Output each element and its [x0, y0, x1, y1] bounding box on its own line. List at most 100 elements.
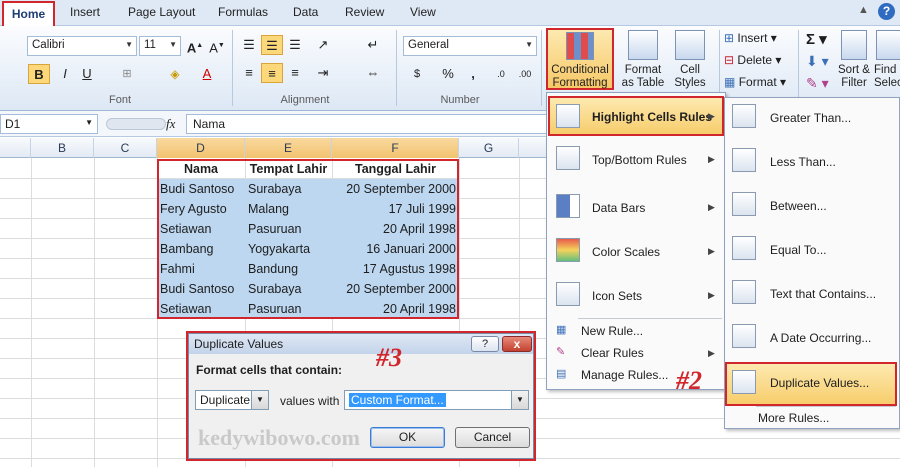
- cf-item-top-bottom-rules[interactable]: Top/Bottom Rules: [592, 153, 687, 167]
- tab-home[interactable]: Home: [2, 1, 55, 28]
- submenu-arrow-icon: ▶: [708, 154, 715, 164]
- cf-item-label: Highlight Cells Rules: [592, 110, 713, 124]
- align-left-icon[interactable]: ≡: [238, 63, 260, 83]
- submenu-arrow-icon: ▶: [708, 290, 715, 300]
- between-icon: [732, 192, 756, 216]
- insert-cells-icon: ⊞: [724, 31, 735, 45]
- cell-styles-icon: [675, 30, 705, 60]
- hc-item-between[interactable]: Between...: [770, 199, 827, 213]
- autosum-icon[interactable]: Σ ▾: [806, 30, 827, 48]
- accounting-format-icon[interactable]: $: [406, 64, 428, 84]
- menu-separator: [578, 318, 722, 319]
- align-right-icon[interactable]: ≡: [284, 63, 306, 83]
- cf-item-data-bars[interactable]: Data Bars: [592, 201, 645, 215]
- fill-color-icon[interactable]: ◈: [164, 64, 186, 84]
- tab-formulas[interactable]: Formulas: [218, 5, 268, 19]
- tab-insert[interactable]: Insert: [70, 5, 100, 19]
- cf-item-clear-rules[interactable]: Clear Rules: [581, 346, 644, 360]
- select-all-corner[interactable]: [0, 138, 31, 158]
- format-cells-button[interactable]: ▦ Format ▾: [724, 75, 786, 89]
- data-range-highlight-box: [157, 159, 459, 319]
- grid-line: [31, 158, 32, 467]
- find-select-icon: [876, 30, 900, 60]
- less-than-icon: [732, 148, 756, 172]
- tab-page-layout[interactable]: Page Layout: [128, 5, 195, 19]
- clear-rules-icon: ✎: [556, 346, 566, 358]
- font-group-label: Font: [108, 94, 131, 106]
- align-bottom-icon[interactable]: ☰: [284, 35, 306, 55]
- column-header-e[interactable]: E: [245, 138, 332, 158]
- tab-view[interactable]: View: [410, 5, 436, 19]
- hc-item-date-occurring[interactable]: A Date Occurring...: [770, 331, 871, 345]
- column-header-g[interactable]: G: [459, 138, 519, 158]
- dialog-highlight-box: [186, 331, 536, 461]
- column-header-d[interactable]: D: [157, 138, 245, 158]
- name-box[interactable]: D1 ▼: [0, 114, 98, 134]
- top-bottom-icon: [556, 146, 580, 170]
- hc-item-greater-than[interactable]: Greater Than...: [770, 111, 851, 125]
- tab-review[interactable]: Review: [345, 5, 384, 19]
- hc-item-text-contains[interactable]: Text that Contains...: [770, 287, 876, 301]
- comma-style-icon[interactable]: ,: [462, 64, 484, 84]
- conditional-formatting-icon: [566, 32, 594, 60]
- indent-icon[interactable]: ⇥: [312, 63, 334, 83]
- delete-cells-button[interactable]: ⊟ Delete ▾: [724, 53, 781, 67]
- ribbon-separator: [541, 30, 542, 106]
- column-header-f[interactable]: F: [332, 138, 459, 158]
- annotation-2: #2: [676, 366, 702, 395]
- italic-button[interactable]: I: [54, 64, 76, 84]
- hc-item-equal-to[interactable]: Equal To...: [770, 243, 826, 257]
- merge-center-icon[interactable]: ⇔: [362, 63, 384, 83]
- formula-input[interactable]: Nama: [186, 114, 566, 134]
- find-select-button[interactable]: Find & Select: [874, 30, 900, 90]
- percent-icon[interactable]: %: [437, 64, 459, 84]
- submenu-arrow-icon: ▶: [708, 348, 715, 358]
- borders-icon[interactable]: ⊞: [116, 64, 138, 84]
- align-middle-icon[interactable]: ☰: [261, 35, 283, 55]
- manage-rules-icon: ▤: [556, 368, 567, 380]
- font-name-combo[interactable]: Calibri ▼: [27, 36, 137, 56]
- insert-function-icon[interactable]: fx: [166, 116, 175, 132]
- cf-item-color-scales[interactable]: Color Scales: [592, 245, 660, 259]
- column-header-c[interactable]: C: [94, 138, 157, 158]
- menu-separator: [756, 406, 896, 407]
- increase-decimal-icon[interactable]: .0: [490, 64, 512, 84]
- fill-icon[interactable]: ⬇ ▾: [806, 53, 829, 70]
- insert-cells-button[interactable]: ⊞ Insert ▾: [724, 31, 777, 45]
- minimize-ribbon-icon[interactable]: ▲: [858, 4, 869, 16]
- hc-item-more-rules[interactable]: More Rules...: [758, 411, 829, 425]
- clear-icon[interactable]: ✎ ▾: [806, 75, 829, 92]
- alignment-group-label: Alignment: [280, 94, 330, 106]
- grow-font-button[interactable]: A▲: [184, 36, 206, 56]
- hc-item-less-than[interactable]: Less Than...: [770, 155, 836, 169]
- cf-item-manage-rules[interactable]: Manage Rules...: [581, 368, 668, 382]
- align-top-icon[interactable]: ☰: [238, 35, 260, 55]
- font-size-combo[interactable]: 11 ▼: [139, 36, 181, 56]
- wrap-text-icon[interactable]: ↵: [362, 35, 384, 55]
- number-format-combo[interactable]: General ▼: [403, 36, 537, 56]
- column-header-b[interactable]: B: [31, 138, 94, 158]
- cell-styles-button[interactable]: Cell Styles: [668, 30, 712, 90]
- format-cells-icon: ▦: [724, 75, 736, 89]
- submenu-arrow-icon: ▶: [708, 202, 715, 212]
- shrink-font-button[interactable]: A▼: [206, 36, 228, 56]
- tab-data[interactable]: Data: [293, 5, 318, 19]
- data-bars-icon: [556, 194, 580, 218]
- bold-button[interactable]: B: [28, 64, 50, 84]
- greater-than-icon: [732, 104, 756, 128]
- cf-item-icon-sets[interactable]: Icon Sets: [592, 289, 642, 303]
- submenu-arrow-icon: ▶: [708, 246, 715, 256]
- format-as-table-button[interactable]: Format as Table: [620, 30, 666, 90]
- format-as-table-icon: [628, 30, 658, 60]
- cf-item-new-rule[interactable]: New Rule...: [581, 324, 643, 338]
- font-color-icon[interactable]: A: [196, 64, 218, 84]
- sort-filter-button[interactable]: Sort & Filter: [834, 30, 874, 90]
- conditional-formatting-button[interactable]: Conditional Formatting: [546, 28, 614, 90]
- orientation-icon[interactable]: ↗: [312, 35, 334, 55]
- underline-button[interactable]: U: [76, 64, 98, 84]
- help-icon[interactable]: ?: [878, 3, 895, 20]
- align-center-icon[interactable]: ≡: [261, 63, 283, 83]
- grid-line: [94, 158, 95, 467]
- decrease-decimal-icon[interactable]: .00: [514, 64, 536, 84]
- formula-bar-splitter[interactable]: [106, 118, 166, 130]
